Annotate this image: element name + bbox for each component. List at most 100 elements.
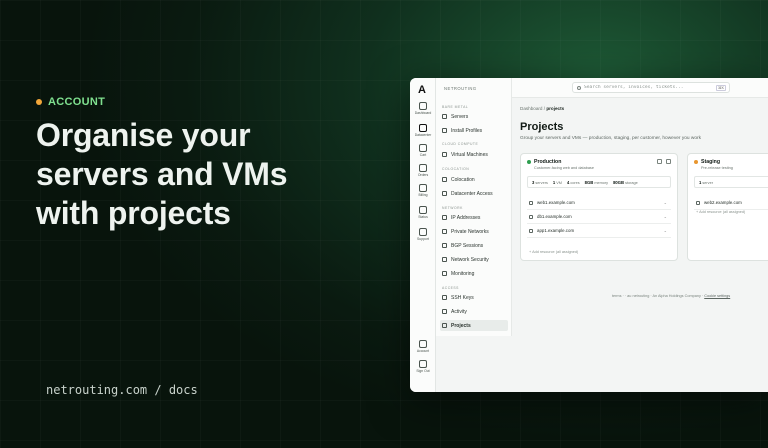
nav-item-bgp-sessions[interactable]: BGP Sessions bbox=[440, 240, 508, 251]
rail-cart[interactable]: Cart bbox=[410, 144, 436, 157]
project-card-staging[interactable]: Staging Pre-release testing 1 server web… bbox=[687, 153, 768, 261]
nav-item-label: SSH Keys bbox=[451, 294, 474, 301]
rail-status[interactable]: Status bbox=[410, 206, 436, 219]
nav-item-colocation[interactable]: Colocation bbox=[440, 174, 508, 185]
rail-billing[interactable]: Billing bbox=[410, 184, 436, 197]
breadcrumb-current: projects bbox=[546, 106, 565, 111]
rail-account[interactable]: Account bbox=[410, 340, 436, 353]
nav-item-activity[interactable]: Activity bbox=[440, 306, 508, 317]
app-window: A Dashboard Datacenter Cart Orders Billi… bbox=[410, 78, 768, 392]
chevron-down-icon[interactable]: ⌄ bbox=[664, 214, 667, 219]
nav-item-label: Monitoring bbox=[451, 270, 475, 277]
footer-text: terms · · au netrouting · An Alpha Holdi… bbox=[612, 294, 704, 298]
project-card-production[interactable]: Production Customer-facing web and datab… bbox=[520, 153, 678, 261]
logo-icon[interactable]: A bbox=[418, 84, 426, 96]
nav-item-private-networks[interactable]: Private Networks bbox=[440, 226, 508, 237]
route-icon bbox=[442, 243, 447, 248]
nav-item-label: Install Profiles bbox=[451, 127, 483, 134]
nav-item-servers[interactable]: Servers bbox=[440, 111, 508, 122]
stat-label: cores bbox=[570, 180, 580, 185]
nav-item-ssh-keys[interactable]: SSH Keys bbox=[440, 292, 508, 303]
eyebrow: ACCOUNT bbox=[36, 96, 366, 108]
shield-icon bbox=[442, 257, 447, 262]
server-icon bbox=[529, 214, 533, 219]
project-stats: 3 servers 1 VM 4 cores 8GB memory 80GB s… bbox=[527, 176, 671, 188]
project-description: Customer-facing web and database bbox=[534, 166, 594, 170]
server-icon bbox=[419, 124, 427, 132]
nav-item-monitoring[interactable]: Monitoring bbox=[440, 268, 508, 279]
docs-url[interactable]: netrouting.com / docs bbox=[46, 383, 198, 397]
nav-section-label: ACCESS bbox=[442, 286, 459, 290]
rail-label: Support bbox=[417, 237, 429, 241]
server-icon bbox=[529, 200, 533, 205]
resource-name: web2.example.com bbox=[704, 200, 742, 205]
resource-row[interactable]: app1.example.com ⌄ bbox=[527, 224, 671, 238]
stat: 80GB storage bbox=[613, 180, 638, 185]
resource-row[interactable]: web1.example.com ⌄ bbox=[527, 196, 671, 210]
edit-icon[interactable] bbox=[657, 159, 662, 164]
server-icon bbox=[696, 200, 700, 205]
page-title: Projects bbox=[520, 121, 564, 133]
resource-list: web1.example.com ⌄ db1.example.com ⌄ app1.… bbox=[527, 196, 671, 238]
chevron-down-icon[interactable]: ⌄ bbox=[664, 228, 667, 233]
activity-icon bbox=[442, 309, 447, 314]
card-icon bbox=[419, 184, 427, 192]
support-icon bbox=[419, 228, 427, 236]
add-resource-link[interactable]: + Add resource (all assigned) bbox=[696, 210, 745, 254]
resource-name: db1.example.com bbox=[537, 214, 572, 219]
add-resource-link[interactable]: + Add resource (all assigned) bbox=[529, 250, 578, 254]
card-header: Production bbox=[527, 159, 561, 165]
rail-label: Status bbox=[418, 215, 428, 219]
stat: 1 server bbox=[699, 180, 713, 185]
stat: 3 servers bbox=[532, 180, 548, 185]
stat-value: 1 bbox=[699, 179, 702, 185]
rail-datacenter[interactable]: Datacenter bbox=[410, 124, 436, 137]
nav-item-label: BGP Sessions bbox=[451, 242, 484, 249]
stat: 4 cores bbox=[567, 180, 580, 185]
nav-item-virtual-machines[interactable]: Virtual Machines bbox=[440, 149, 508, 160]
nav-item-label: Activity bbox=[451, 308, 467, 315]
nav-item-label: IP Addresses bbox=[451, 214, 481, 221]
nav-item-projects[interactable]: Projects bbox=[440, 320, 508, 331]
rail-label: Cart bbox=[419, 153, 427, 157]
breadcrumb: Dashboard / projects bbox=[520, 106, 564, 111]
globe-icon bbox=[442, 215, 447, 220]
nav-item-label: Projects bbox=[451, 322, 471, 329]
cloud-icon bbox=[442, 152, 447, 157]
key-icon bbox=[442, 191, 447, 196]
search-box[interactable]: ⌘K bbox=[572, 82, 730, 93]
nav-item-network-security[interactable]: Network Security bbox=[440, 254, 508, 265]
rail-orders[interactable]: Orders bbox=[410, 164, 436, 177]
rail-label: Dashboard bbox=[414, 111, 432, 115]
breadcrumb-root[interactable]: Dashboard bbox=[520, 106, 542, 111]
rack-icon bbox=[442, 177, 447, 182]
stat-label: servers bbox=[535, 180, 548, 185]
stat-value: 80GB bbox=[613, 179, 625, 185]
rail-dashboard[interactable]: Dashboard bbox=[410, 102, 436, 115]
rail-label: Datacenter bbox=[414, 133, 432, 137]
rail-support[interactable]: Support bbox=[410, 228, 436, 241]
chevron-down-icon[interactable]: ⌄ bbox=[664, 200, 667, 205]
nav-item-install-profiles[interactable]: Install Profiles bbox=[440, 125, 508, 136]
cookie-settings-link[interactable]: Cookie settings bbox=[704, 294, 730, 298]
resource-row[interactable]: db1.example.com ⌄ bbox=[527, 210, 671, 224]
resource-name: web1.example.com bbox=[537, 200, 575, 205]
resource-row[interactable]: web2.example.com bbox=[694, 196, 768, 210]
page-subtitle: Group your servers and VMs — production,… bbox=[520, 136, 702, 141]
stat-label: memory bbox=[594, 180, 609, 185]
home-icon bbox=[419, 102, 427, 110]
card-header: Staging bbox=[694, 159, 720, 165]
nav-item-ip-addresses[interactable]: IP Addresses bbox=[440, 212, 508, 223]
search-input[interactable] bbox=[584, 85, 714, 90]
status-dot bbox=[694, 160, 698, 164]
hero: ACCOUNT Organise your servers and VMs wi… bbox=[36, 96, 366, 233]
user-icon bbox=[419, 340, 427, 348]
pulse-icon bbox=[419, 206, 427, 214]
stat-label: storage bbox=[625, 180, 638, 185]
stat: 1 VM bbox=[553, 180, 562, 185]
delete-icon[interactable] bbox=[666, 159, 671, 164]
nav-section-label: BARE METAL bbox=[442, 105, 469, 109]
nav-item-datacenter-access[interactable]: Datacenter Access bbox=[440, 188, 508, 199]
rail-signout[interactable]: Sign Out bbox=[410, 360, 436, 373]
stat-label: VM bbox=[556, 180, 562, 185]
